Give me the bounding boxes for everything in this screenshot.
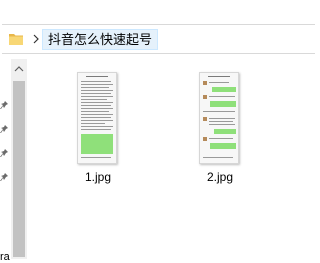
nav-scrollbar-thumb[interactable] — [13, 81, 25, 257]
nav-item-label[interactable]: ra — [0, 251, 10, 263]
image-thumbnail — [199, 72, 239, 164]
file-name[interactable]: 2.jpg — [190, 170, 250, 184]
pin-icon[interactable] — [0, 148, 10, 158]
pin-icon[interactable] — [0, 172, 10, 182]
file-item[interactable]: 2.jpg — [190, 72, 260, 192]
pin-icon[interactable] — [0, 124, 10, 134]
pin-icon[interactable] — [0, 100, 10, 110]
breadcrumb-folder[interactable]: 抖音怎么快速起号 — [42, 29, 159, 50]
file-name[interactable]: 1.jpg — [68, 170, 128, 184]
nav-scrollbar[interactable] — [11, 59, 27, 259]
file-item[interactable]: 1.jpg — [68, 72, 138, 192]
address-bar[interactable]: 抖音怎么快速起号 — [0, 24, 315, 54]
chevron-right-icon[interactable] — [32, 31, 40, 47]
address-bar-frame: 抖音怎么快速起号 — [2, 24, 315, 54]
image-thumbnail — [77, 72, 117, 164]
scroll-up-arrow-icon[interactable] — [11, 65, 27, 73]
folder-icon — [9, 34, 23, 45]
